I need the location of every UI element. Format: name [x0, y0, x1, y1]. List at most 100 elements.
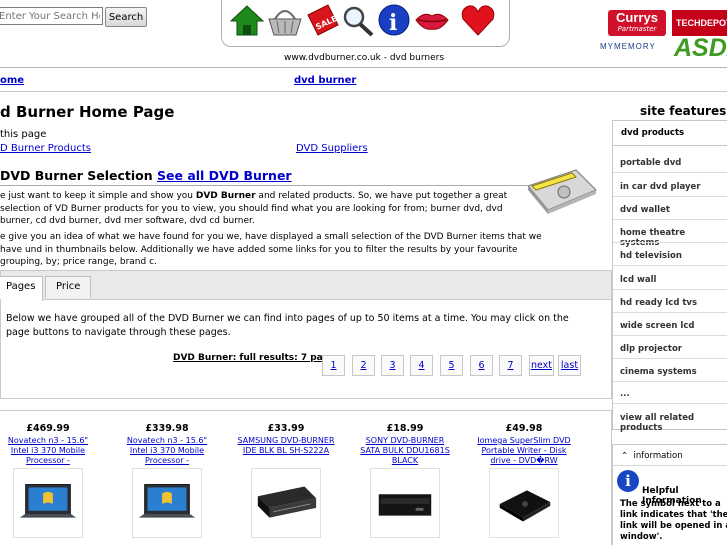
dvd-products-heading: dvd products — [621, 128, 685, 138]
sidebar-divider — [613, 265, 727, 266]
page-button-1[interactable]: 1 — [322, 355, 345, 376]
sale-tag-icon[interactable]: SALE — [304, 3, 340, 37]
search-button[interactable]: Search — [105, 7, 147, 27]
product-image-laptop[interactable] — [132, 468, 202, 538]
shopping-basket-icon[interactable] — [267, 3, 303, 37]
dvd-burner-image — [527, 169, 597, 214]
see-all-link[interactable]: See all DVD Burner — [157, 168, 292, 183]
mymemory-logo[interactable]: MYMEMORY — [600, 42, 656, 51]
product-price: £18.99 — [386, 423, 424, 434]
sidebar-item-cinema-systems[interactable]: cinema systems — [620, 367, 697, 377]
in-page-label: this page — [0, 129, 47, 140]
intro-text-bold: DVD Burner — [195, 191, 256, 201]
sidebar-divider — [613, 381, 727, 382]
page-button-7[interactable]: 7 — [499, 355, 522, 376]
product-image-laptop[interactable] — [13, 468, 83, 538]
site-features-title: site features — [640, 104, 727, 118]
dvd-suppliers-link[interactable]: DVD Suppliers — [296, 143, 368, 154]
sidebar-divider — [613, 335, 727, 336]
sidebar-divider — [613, 358, 727, 359]
asda-logo[interactable]: ASDA — [674, 34, 727, 63]
product-name-link[interactable]: SONY DVD-BURNER SATA BULK DDU1681S BLACK — [355, 436, 455, 468]
magnifier-icon[interactable] — [340, 3, 376, 37]
selection-divider — [0, 185, 527, 186]
page-button-3[interactable]: 3 — [381, 355, 404, 376]
burner-products-link[interactable]: D Burner Products — [0, 143, 91, 154]
product-image-portable-drive[interactable] — [489, 468, 559, 538]
info-icon: i — [617, 470, 639, 492]
page-button-2[interactable]: 2 — [352, 355, 375, 376]
nav-dvd-burner-link[interactable]: dvd burner — [294, 75, 356, 86]
sidebar-item-dvd-wallet[interactable]: dvd wallet — [620, 205, 670, 215]
product-card: £339.98 Novatech n3 - 15.6" Intel i3 370… — [117, 423, 217, 538]
sidebar-item-home-theatre-systems[interactable]: home theatre systems — [620, 228, 727, 248]
page-button-5[interactable]: 5 — [440, 355, 463, 376]
product-price: £49.98 — [505, 423, 543, 434]
sidebar-divider — [613, 312, 727, 313]
product-name-link[interactable]: Iomega SuperSlim DVD Portable Writer - D… — [474, 436, 574, 468]
sidebar-item-more[interactable]: ... — [620, 389, 630, 399]
information-divider — [613, 465, 727, 466]
tab-bar: Pages Price — [0, 270, 612, 301]
page-button-next[interactable]: next — [529, 355, 554, 376]
heart-icon[interactable] — [460, 3, 496, 37]
search-form: Search — [0, 4, 147, 27]
sidebar-divider — [613, 172, 727, 173]
lips-icon[interactable] — [414, 3, 450, 37]
page-button-6[interactable]: 6 — [470, 355, 493, 376]
product-card: £49.98 Iomega SuperSlim DVD Portable Wri… — [474, 423, 574, 538]
sidebar-item-dlp-projector[interactable]: dlp projector — [620, 344, 682, 354]
sidebar-item-lcd-wall[interactable]: lcd wall — [620, 275, 656, 285]
sidebar-divider — [613, 196, 727, 197]
product-price: £469.99 — [26, 423, 70, 434]
tab-price[interactable]: Price — [45, 276, 91, 298]
sidebar-item-view-all[interactable]: view all related products — [620, 413, 727, 433]
intro-paragraph-2: e give you an idea of what we have found… — [0, 232, 542, 267]
helpful-information-text: The symbol next to a link indicates that… — [620, 499, 727, 542]
product-name-link[interactable]: Novatech n3 - 15.6" Intel i3 370 Mobile … — [117, 436, 217, 468]
product-card: £18.99 SONY DVD-BURNER SATA BULK DDU1681… — [355, 423, 455, 538]
selection-heading-text: DVD Burner Selection — [0, 168, 158, 183]
home-icon[interactable] — [229, 3, 265, 37]
product-card: £469.99 Novatech n3 - 15.6" Intel i3 370… — [0, 423, 98, 538]
product-image-drive[interactable] — [370, 468, 440, 538]
information-toggle[interactable]: ⌃ information — [621, 451, 683, 461]
results-label[interactable]: DVD Burner: full results: 7 pages — [173, 353, 341, 363]
page-title: d Burner Home Page — [0, 103, 175, 121]
product-price: £33.99 — [267, 423, 305, 434]
chevron-up-icon: ⌃ — [621, 451, 629, 461]
sidebar-divider — [613, 242, 727, 243]
product-price: £339.98 — [145, 423, 189, 434]
sidebar-divider — [613, 219, 727, 220]
selection-heading: DVD Burner Selection See all DVD Burner — [0, 168, 292, 183]
sidebar-item-wide-screen-lcd[interactable]: wide screen lcd — [620, 321, 694, 331]
product-name-link[interactable]: Novatech n3 - 15.6" Intel i3 370 Mobile … — [0, 436, 98, 468]
techdepot-logo[interactable]: TECHDEPOT — [672, 10, 727, 36]
sidebar-item-portable-dvd[interactable]: portable dvd — [620, 158, 681, 168]
intro-text-a: e just want to keep it simple and show y… — [0, 191, 196, 201]
sidebar-divider — [613, 403, 727, 404]
sidebar-item-hd-ready-lcd-tvs[interactable]: hd ready lcd tvs — [620, 298, 697, 308]
product-image-drive[interactable] — [251, 468, 321, 538]
currys-logo-subtext: Partmaster — [617, 25, 657, 33]
header-divider — [0, 67, 727, 68]
icon-panel: SALE i — [221, 0, 510, 47]
pages-panel-text: Below we have grouped all of the DVD Bur… — [6, 313, 569, 338]
information-heading: information — [633, 451, 683, 461]
sidebar-divider — [613, 289, 727, 290]
nav-home-link[interactable]: ome — [0, 75, 24, 86]
page-button-last[interactable]: last — [558, 355, 581, 376]
product-name-link[interactable]: SAMSUNG DVD-BURNER IDE BLK BL SH-S222A — [236, 436, 336, 468]
sidebar-item-in-car-dvd-player[interactable]: in car dvd player — [620, 182, 701, 192]
site-caption: www.dvdburner.co.uk - dvd burners — [283, 53, 445, 63]
currys-logo[interactable]: Currys Partmaster — [608, 10, 666, 36]
currys-logo-text: Currys — [616, 10, 658, 25]
tab-pages[interactable]: Pages — [0, 276, 43, 301]
sidebar-item-hd-television[interactable]: hd television — [620, 251, 682, 261]
search-input[interactable] — [0, 7, 103, 25]
info-icon[interactable]: i — [376, 3, 412, 37]
nav-divider — [0, 91, 727, 92]
intro-paragraph-1: e just want to keep it simple and show y… — [0, 190, 525, 228]
page-button-4[interactable]: 4 — [410, 355, 433, 376]
svg-text:i: i — [389, 10, 397, 36]
